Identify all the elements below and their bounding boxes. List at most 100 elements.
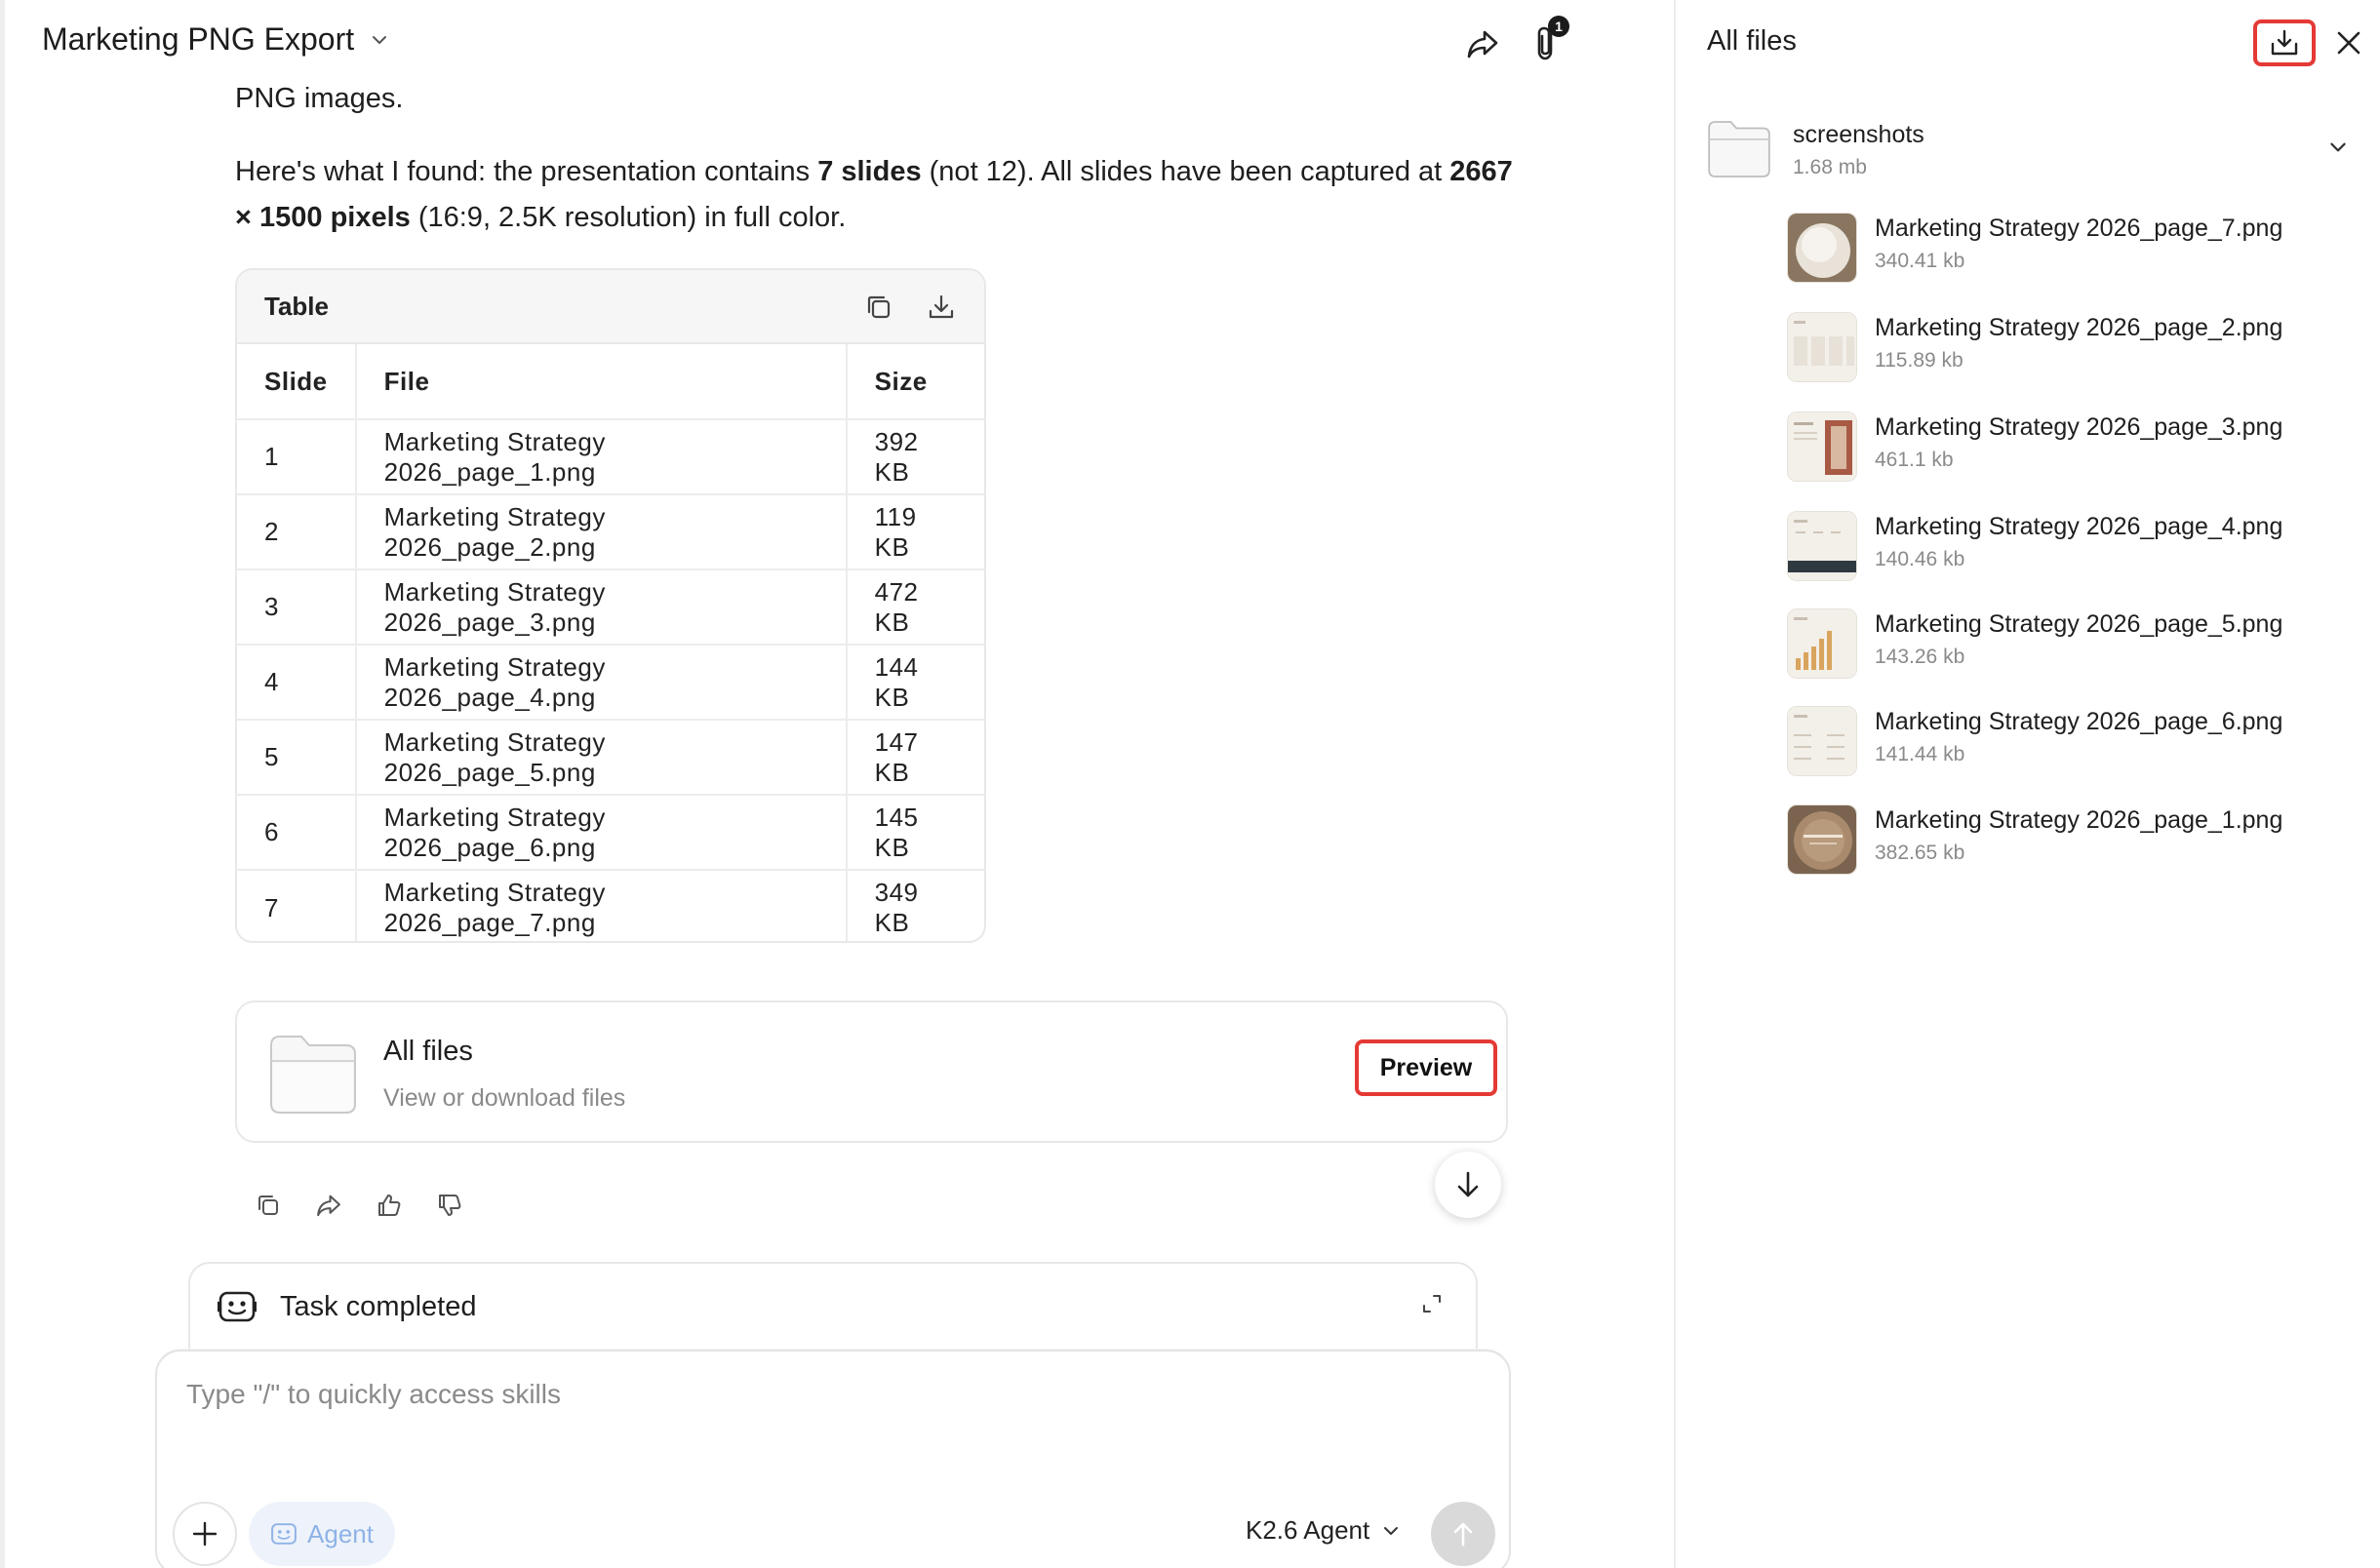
- close-panel-button[interactable]: [2327, 21, 2370, 64]
- file-size: 461.1 kb: [1875, 449, 1954, 471]
- file-name: Marketing Strategy 2026_page_7.png: [1875, 215, 2283, 242]
- table-title: Table: [264, 292, 329, 321]
- file-thumbnail: [1787, 608, 1857, 679]
- folder-size: 1.68 mb: [1793, 156, 1867, 178]
- table-row: 6 Marketing Strategy 2026_page_6.png 145 K…: [237, 795, 984, 871]
- file-size: 141.44 kb: [1875, 743, 1965, 765]
- share-button[interactable]: [1458, 20, 1507, 68]
- table-row: 5 Marketing Strategy 2026_page_5.png 147 K…: [237, 720, 984, 796]
- table-card-header: Table: [237, 270, 984, 344]
- file-name: Marketing Strategy 2026_page_3.png: [1875, 413, 2283, 441]
- message-text-line: PNG images.: [235, 83, 404, 114]
- cell-slide: 1: [237, 419, 357, 495]
- cell-file: Marketing Strategy 2026_page_2.png: [355, 494, 848, 570]
- all-files-subtitle: View or download files: [383, 1084, 626, 1112]
- column-header-size: Size: [846, 344, 984, 420]
- task-status-bar[interactable]: Task completed: [188, 1262, 1478, 1352]
- cell-file: Marketing Strategy 2026_page_1.png: [355, 419, 848, 495]
- cell-slide: 6: [237, 795, 357, 871]
- thumbs-up-button[interactable]: [370, 1186, 409, 1225]
- message-bold-text: × 1500 pixels: [235, 202, 411, 233]
- file-name: Marketing Strategy 2026_page_6.png: [1875, 708, 2283, 735]
- preview-button[interactable]: Preview: [1355, 1039, 1497, 1096]
- message-paragraph: Here's what I found: the presentation co…: [235, 149, 1523, 241]
- file-item[interactable]: Marketing Strategy 2026_page_3.png 461.1…: [1783, 412, 2349, 486]
- files-panel-title: All files: [1707, 25, 1797, 57]
- file-size: 140.46 kb: [1875, 548, 1965, 570]
- file-name: Marketing Strategy 2026_page_2.png: [1875, 314, 2283, 341]
- cell-size: 147 KB: [846, 720, 984, 796]
- scroll-to-bottom-button[interactable]: [1435, 1152, 1501, 1218]
- thumbs-down-button[interactable]: [430, 1186, 469, 1225]
- file-size: 115.89 kb: [1875, 349, 1964, 372]
- message-bold-text: 2667: [1449, 156, 1513, 187]
- download-all-button[interactable]: [2253, 20, 2316, 66]
- share-message-button[interactable]: [309, 1186, 348, 1225]
- expand-icon[interactable]: [1421, 1293, 1443, 1314]
- message-text: Here's what I found: the presentation co…: [235, 156, 818, 187]
- files-panel: All files screenshots 1.68 mb Marketing …: [1674, 0, 2380, 1568]
- file-thumbnail: [1787, 213, 1857, 283]
- copy-icon: [256, 1193, 281, 1218]
- cell-slide: 7: [237, 870, 357, 941]
- agent-mode-label: Agent: [307, 1518, 374, 1548]
- file-name: Marketing Strategy 2026_page_1.png: [1875, 806, 2283, 834]
- download-icon: [927, 293, 956, 322]
- attachments-button[interactable]: 1: [1523, 16, 1571, 68]
- cell-file: Marketing Strategy 2026_page_4.png: [355, 645, 848, 721]
- file-thumbnail: [1787, 312, 1857, 382]
- cell-size: 472 KB: [846, 569, 984, 646]
- table-header-row: Slide File Size: [237, 344, 984, 420]
- all-files-card[interactable]: All files View or download files Preview: [235, 1000, 1508, 1143]
- add-attachment-button[interactable]: [173, 1502, 237, 1566]
- file-thumbnail: [1787, 804, 1857, 875]
- cell-slide: 4: [237, 645, 357, 721]
- chevron-down-icon: [1381, 1521, 1401, 1541]
- agent-mode-toggle[interactable]: Agent: [249, 1502, 395, 1566]
- file-size: 340.41 kb: [1875, 250, 1965, 272]
- download-icon: [2269, 28, 2300, 58]
- file-thumbnail: [1787, 412, 1857, 482]
- model-selector[interactable]: K2.6 Agent: [1246, 1515, 1401, 1546]
- copy-message-button[interactable]: [249, 1186, 288, 1225]
- composer: Type "/" to quickly access skills Agent …: [155, 1350, 1511, 1568]
- cell-size: 145 KB: [846, 795, 984, 871]
- column-header-file: File: [355, 344, 848, 420]
- copy-icon: [864, 293, 893, 322]
- cell-slide: 5: [237, 720, 357, 796]
- file-item[interactable]: Marketing Strategy 2026_page_4.png 140.4…: [1783, 511, 2349, 585]
- copy-table-button[interactable]: [857, 286, 900, 329]
- file-size: 382.65 kb: [1875, 842, 1965, 864]
- chat-title-dropdown[interactable]: Marketing PNG Export: [42, 21, 389, 58]
- cell-size: 119 KB: [846, 494, 984, 570]
- file-size: 143.26 kb: [1875, 646, 1965, 668]
- file-item[interactable]: Marketing Strategy 2026_page_5.png 143.2…: [1783, 608, 2349, 683]
- cell-slide: 3: [237, 569, 357, 646]
- file-item[interactable]: Marketing Strategy 2026_page_7.png 340.4…: [1783, 213, 2349, 287]
- folder-screenshots[interactable]: screenshots 1.68 mb: [1703, 115, 2366, 193]
- message-text: (16:9, 2.5K resolution) in full color.: [410, 202, 847, 233]
- download-table-button[interactable]: [920, 286, 963, 329]
- folder-icon: [1707, 119, 1771, 179]
- message-text: (not 12). All slides have been captured …: [921, 156, 1450, 187]
- result-table-card: Table Slide File Size 1 Marketing Strate…: [235, 268, 986, 943]
- robot-icon: [270, 1521, 298, 1547]
- table-row: 1 Marketing Strategy 2026_page_1.png 392 K…: [237, 419, 984, 495]
- message-input[interactable]: Type "/" to quickly access skills: [186, 1379, 1259, 1410]
- file-name: Marketing Strategy 2026_page_4.png: [1875, 513, 2283, 540]
- thumbs-up-icon: [376, 1192, 403, 1219]
- file-name: Marketing Strategy 2026_page_5.png: [1875, 610, 2283, 638]
- column-header-slide: Slide: [237, 344, 357, 420]
- file-item[interactable]: Marketing Strategy 2026_page_6.png 141.4…: [1783, 706, 2349, 780]
- message-bold-text: 7 slides: [817, 156, 922, 187]
- cell-size: 392 KB: [846, 419, 984, 495]
- file-thumbnail: [1787, 706, 1857, 776]
- file-item[interactable]: Marketing Strategy 2026_page_1.png 382.6…: [1783, 804, 2349, 879]
- close-icon: [2335, 29, 2362, 57]
- send-button[interactable]: [1431, 1502, 1495, 1566]
- file-item[interactable]: Marketing Strategy 2026_page_2.png 115.8…: [1783, 312, 2349, 386]
- share-icon: [315, 1192, 342, 1219]
- chevron-down-icon: [2327, 137, 2349, 158]
- cell-size: 349 KB: [874, 878, 919, 937]
- cell-file: Marketing Strategy 2026_page_7.png: [355, 870, 848, 941]
